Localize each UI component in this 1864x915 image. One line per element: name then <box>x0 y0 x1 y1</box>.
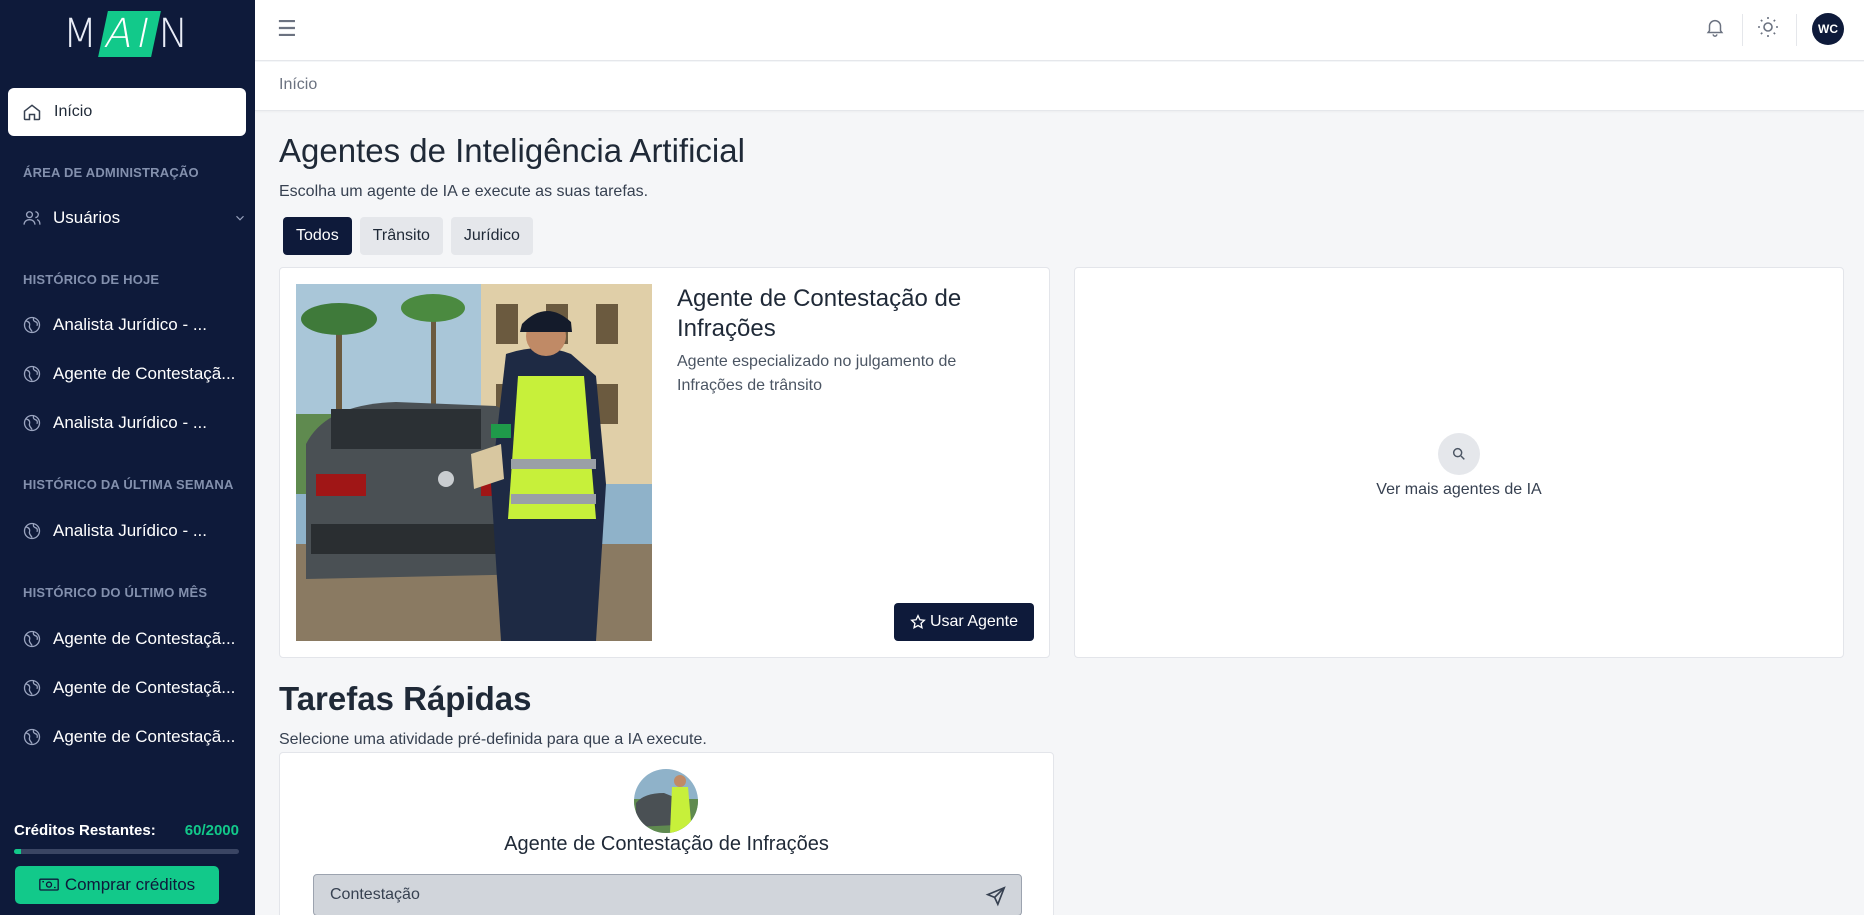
filter-legal[interactable]: Jurídico <box>450 217 533 255</box>
top-bar: ☰ WC <box>255 0 1864 61</box>
history-item[interactable]: Agente de Contestaçã... <box>22 360 247 388</box>
globe-icon <box>23 630 41 648</box>
filter-all[interactable]: Todos <box>283 217 352 255</box>
section-today: HISTÓRICO DE HOJE <box>23 272 160 287</box>
sun-icon[interactable] <box>1756 15 1780 39</box>
section-admin: ÁREA DE ADMINISTRAÇÃO <box>23 165 199 180</box>
task-prompt-value: Contestação <box>330 886 420 903</box>
history-item[interactable]: Agente de Contestaçã... <box>22 674 247 702</box>
money-icon <box>38 878 59 891</box>
section-month: HISTÓRICO DO ÚLTIMO MÊS <box>23 585 208 600</box>
history-item-label: Agente de Contestaçã... <box>53 629 236 648</box>
agent-title: Agente de Contestação de Infrações <box>677 285 962 342</box>
app-logo[interactable]: MAIN <box>0 0 255 68</box>
sidebar-item-home[interactable]: Início <box>8 88 246 136</box>
filter-transit[interactable]: Trânsito <box>359 217 443 255</box>
buy-credits-label: Comprar créditos <box>64 875 196 894</box>
bell-icon[interactable] <box>1704 15 1726 39</box>
page-subtitle: Escolha um agente de IA e execute as sua… <box>279 183 649 200</box>
quick-tasks-title: Tarefas Rápidas <box>279 680 532 717</box>
chevron-down-icon <box>236 215 244 221</box>
credits-label: Créditos Restantes: <box>14 822 156 839</box>
buy-credits-button[interactable]: Comprar créditos <box>15 866 219 904</box>
task-prompt-input[interactable]: Contestação <box>313 874 1022 915</box>
star-icon <box>910 614 926 630</box>
agent-avatar <box>634 769 698 833</box>
breadcrumb-bar: Início <box>255 62 1864 111</box>
history-item-label: Agente de Contestaçã... <box>53 364 236 383</box>
divider <box>1796 14 1797 46</box>
credits-progress-fill <box>14 849 21 854</box>
category-filters: Todos Trânsito Jurídico <box>283 217 533 255</box>
section-week: HISTÓRICO DA ÚLTIMA SEMANA <box>23 477 234 492</box>
quick-tasks-subtitle: Selecione uma atividade pré-definida par… <box>279 731 707 748</box>
sidebar-item-label: Usuários <box>53 208 121 227</box>
globe-icon <box>23 728 41 746</box>
history-item-label: Analista Jurídico - ... <box>53 521 208 540</box>
user-avatar[interactable]: WC <box>1812 13 1844 45</box>
agent-description: Agente especializado no julgamento de In… <box>677 353 957 394</box>
credits-panel: Créditos Restantes: 60/2000 <box>14 822 239 854</box>
home-icon <box>23 104 41 121</box>
history-item[interactable]: Agente de Contestaçã... <box>22 625 247 653</box>
task-agent-name: Agente de Contestação de Infrações <box>504 833 829 855</box>
history-item[interactable]: Agente de Contestaçã... <box>22 723 247 751</box>
send-icon[interactable] <box>985 885 1007 907</box>
globe-icon <box>23 414 41 432</box>
agent-image <box>296 284 652 641</box>
globe-icon <box>23 365 41 383</box>
quick-task-card: Agente de Contestação de Infrações Conte… <box>279 752 1054 915</box>
history-item[interactable]: Analista Jurídico - ... <box>22 409 247 437</box>
hamburger-menu-icon[interactable]: ☰ <box>277 16 297 42</box>
page-title: Agentes de Inteligência Artificial <box>279 132 745 169</box>
credits-value: 60/2000 <box>184 822 239 839</box>
history-item[interactable]: Analista Jurídico - ... <box>22 311 247 339</box>
globe-icon <box>23 679 41 697</box>
history-item-label: Agente de Contestaçã... <box>53 678 236 697</box>
agent-card: Agente de Contestação de Infrações Agent… <box>279 267 1050 658</box>
sidebar: MAIN Início ÁREA DE ADMINISTRAÇÃO Usuári… <box>0 0 255 915</box>
history-item-label: Analista Jurídico - ... <box>53 315 208 334</box>
more-agents-card[interactable]: Ver mais agentes de IA <box>1074 267 1844 658</box>
history-item-label: Agente de Contestaçã... <box>53 727 236 746</box>
globe-icon <box>23 316 41 334</box>
sidebar-item-label: Início <box>54 103 93 120</box>
breadcrumb[interactable]: Início <box>279 76 317 94</box>
history-item[interactable]: Analista Jurídico - ... <box>22 517 247 545</box>
globe-icon <box>23 522 41 540</box>
use-agent-button[interactable]: Usar Agente <box>894 603 1034 641</box>
more-agents-label: Ver mais agentes de IA <box>1376 481 1542 498</box>
credits-progress-bar <box>14 849 239 854</box>
users-icon <box>23 211 41 225</box>
search-icon <box>1438 433 1480 475</box>
divider <box>1742 14 1743 46</box>
history-item-label: Analista Jurídico - ... <box>53 413 208 432</box>
use-agent-label: Usar Agente <box>929 613 1019 630</box>
sidebar-item-users[interactable]: Usuários <box>22 204 247 232</box>
